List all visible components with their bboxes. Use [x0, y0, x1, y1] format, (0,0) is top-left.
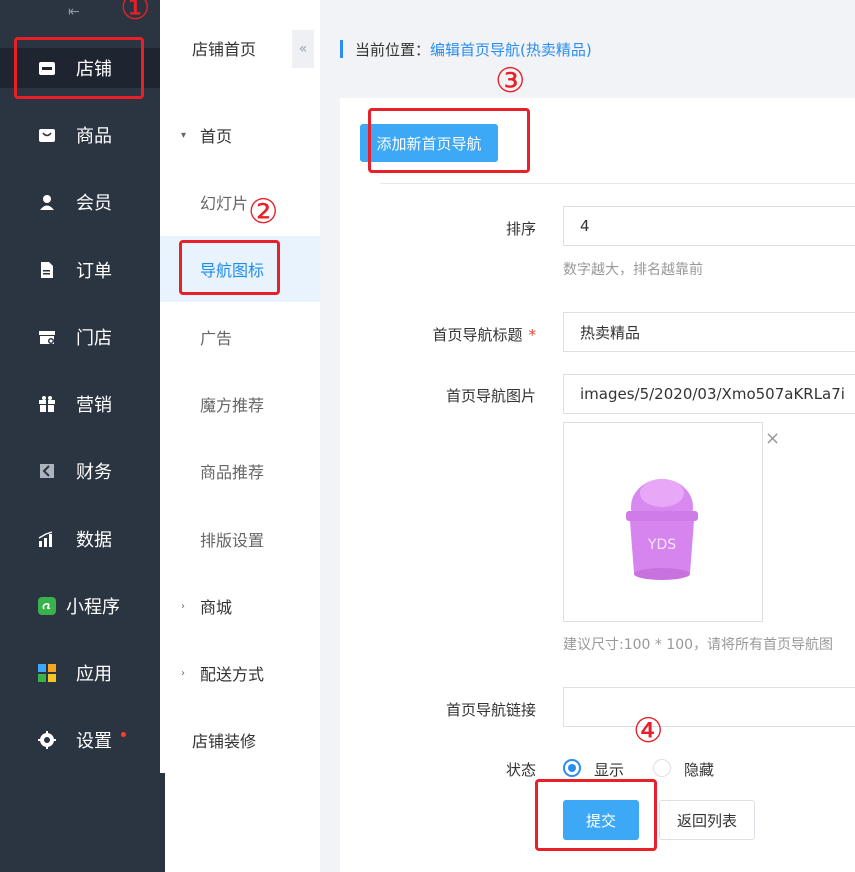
submenu-item-label: 排版设置: [200, 531, 265, 550]
submenu-item-goods-recommend[interactable]: 商品推荐: [160, 451, 320, 491]
sidebar-item-label: 数据: [76, 530, 112, 551]
sidebar-item-label: 设置: [76, 731, 112, 752]
submenu-item-ads[interactable]: 广告: [160, 317, 320, 357]
breadcrumb-label: 当前位置：: [355, 40, 431, 59]
image-label-text: 首页导航图片: [445, 387, 536, 405]
sidebar-item-label: 会员: [76, 193, 112, 214]
annotation-1: ①: [120, 0, 151, 28]
image-preview: YDS: [563, 422, 763, 622]
submenu-item-label: 商品推荐: [200, 463, 265, 482]
sidebar-item-label: 小程序: [66, 597, 120, 618]
required-mark: *: [528, 326, 537, 344]
submenu-group-mall[interactable]: › 商城: [160, 586, 320, 626]
chart-icon: [38, 530, 56, 548]
submenu-group-delivery[interactable]: › 配送方式: [160, 653, 320, 693]
submenu-item-cube[interactable]: 魔方推荐: [160, 384, 320, 424]
sort-label: 排序: [336, 218, 536, 239]
caret-down-icon: ▾: [181, 129, 187, 141]
sidebar-collapse-button[interactable]: ⇤: [68, 4, 80, 20]
title-label: 首页导航标题 *: [336, 324, 536, 345]
submenu-group-label: 配送方式: [200, 665, 265, 684]
submenu-collapse-button[interactable]: «: [292, 30, 314, 68]
image-label: 首页导航图片: [336, 385, 536, 406]
submenu-item-slides[interactable]: 幻灯片: [160, 182, 320, 222]
submenu-group-label: 商城: [200, 598, 233, 617]
submenu-bottom-fill: [165, 773, 320, 872]
annotation-4: ④: [633, 711, 664, 751]
back-to-list-button[interactable]: 返回列表: [659, 800, 755, 840]
trash-bin-image: YDS: [626, 479, 698, 580]
link-input[interactable]: [563, 687, 855, 727]
sidebar-item-label: 财务: [76, 462, 112, 483]
divider: [380, 183, 855, 184]
status-hide-radio[interactable]: [653, 759, 671, 777]
submenu-group-label: 首页: [200, 127, 233, 146]
title-label-text: 首页导航标题: [432, 326, 523, 344]
sidebar-item-stores[interactable]: 门店: [0, 317, 160, 357]
highlight-submit: [535, 779, 657, 851]
sidebar-item-miniprogram[interactable]: 小程序: [0, 586, 160, 626]
gear-icon: [38, 731, 56, 749]
status-show-radio[interactable]: [563, 759, 581, 777]
sub-menu: 店铺首页 ▾ 首页 幻灯片 导航图标 广告 魔方推荐 商品推荐 排版设置 › 商…: [160, 0, 320, 872]
submenu-item-label: 幻灯片: [200, 194, 249, 213]
annotation-3: ③: [495, 61, 526, 101]
sidebar-item-label: 商品: [76, 126, 112, 147]
sidebar-item-finance[interactable]: 财务: [0, 451, 160, 491]
sidebar-item-data[interactable]: 数据: [0, 519, 160, 559]
title-input[interactable]: 热卖精品: [563, 312, 855, 352]
sidebar-item-goods[interactable]: 商品: [0, 115, 160, 155]
sidebar-item-label: 订单: [76, 261, 112, 282]
caret-right-icon: ›: [181, 667, 185, 679]
breadcrumb-link[interactable]: 编辑首页导航(热卖精品): [430, 39, 592, 60]
status-label: 状态: [336, 759, 536, 780]
finance-icon: [38, 462, 56, 480]
breadcrumb: 当前位置： 编辑首页导航(热卖精品): [340, 38, 592, 60]
sidebar-item-label: 应用: [76, 664, 112, 685]
submenu-item-label: 魔方推荐: [200, 396, 265, 415]
submenu-item-decoration[interactable]: 店铺装修: [160, 720, 320, 760]
highlight-store: [14, 37, 144, 99]
status-label-text: 状态: [505, 761, 536, 779]
sidebar-item-label: 门店: [76, 328, 112, 349]
main-sidebar: ⇤ 店铺 商品 会员 订单 门店 营销 财务 数据 小程序 应用 设置: [0, 0, 165, 872]
status-show-label[interactable]: 显示: [594, 759, 624, 780]
submenu-item-label: 店铺装修: [192, 732, 257, 751]
caret-right-icon: ›: [181, 600, 185, 612]
sidebar-item-settings[interactable]: 设置: [0, 720, 160, 760]
sidebar-item-orders[interactable]: 订单: [0, 250, 160, 290]
gift-icon: [38, 395, 56, 413]
highlight-nav-icons: [179, 240, 280, 295]
document-icon: [38, 261, 56, 279]
sidebar-item-apps[interactable]: 应用: [0, 653, 160, 693]
sidebar-item-members[interactable]: 会员: [0, 182, 160, 222]
sort-hint: 数字越大，排名越靠前: [563, 262, 703, 278]
shop-icon: [38, 328, 56, 346]
bag-icon: [38, 126, 56, 144]
submenu-group-home[interactable]: ▾ 首页: [160, 115, 320, 155]
sort-label-text: 排序: [505, 220, 536, 238]
apps-icon: [38, 664, 56, 682]
link-label-text: 首页导航链接: [445, 701, 536, 719]
submenu-title-label: 店铺首页: [192, 40, 257, 59]
breadcrumb-bar: [340, 40, 343, 58]
sidebar-item-marketing[interactable]: 营销: [0, 384, 160, 424]
annotation-2: ②: [248, 192, 279, 232]
sort-input[interactable]: 4: [563, 206, 855, 246]
svg-text:YDS: YDS: [647, 537, 676, 553]
user-icon: [38, 193, 56, 211]
submenu-item-layout[interactable]: 排版设置: [160, 519, 320, 559]
image-hint: 建议尺寸:100 * 100，请将所有首页导航图: [563, 637, 834, 653]
submenu-item-label: 广告: [200, 329, 233, 348]
link-label: 首页导航链接: [336, 699, 536, 720]
highlight-add-button: [368, 108, 530, 173]
sidebar-item-label: 营销: [76, 395, 112, 416]
status-hide-label[interactable]: 隐藏: [684, 759, 714, 780]
miniprogram-icon: [38, 597, 56, 615]
image-path-input[interactable]: images/5/2020/03/Xmo507aKRLa7i: [563, 374, 855, 414]
close-icon[interactable]: ×: [765, 428, 780, 449]
notification-dot: [121, 732, 126, 737]
